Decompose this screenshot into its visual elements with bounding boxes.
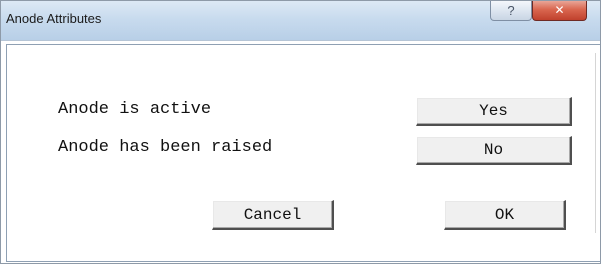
anode-active-label: Anode is active <box>58 100 212 119</box>
help-button[interactable]: ? <box>490 1 532 21</box>
dialog-body: Anode is active Yes Anode has been raise… <box>6 44 600 262</box>
close-icon: ✕ <box>554 3 565 17</box>
close-button[interactable]: ✕ <box>532 1 587 21</box>
anode-active-toggle-button[interactable]: Yes <box>416 97 572 126</box>
anode-raised-label: Anode has been raised <box>58 138 273 157</box>
title-bar[interactable]: Anode Attributes ? ✕ <box>1 1 600 41</box>
anode-raised-toggle-button[interactable]: No <box>416 136 572 165</box>
cancel-button[interactable]: Cancel <box>212 200 334 230</box>
ok-button[interactable]: OK <box>444 200 566 230</box>
window-title: Anode Attributes <box>6 11 102 26</box>
anode-attributes-dialog: Anode Attributes ? ✕ Anode is active Yes… <box>0 0 601 264</box>
help-icon: ? <box>507 3 515 18</box>
